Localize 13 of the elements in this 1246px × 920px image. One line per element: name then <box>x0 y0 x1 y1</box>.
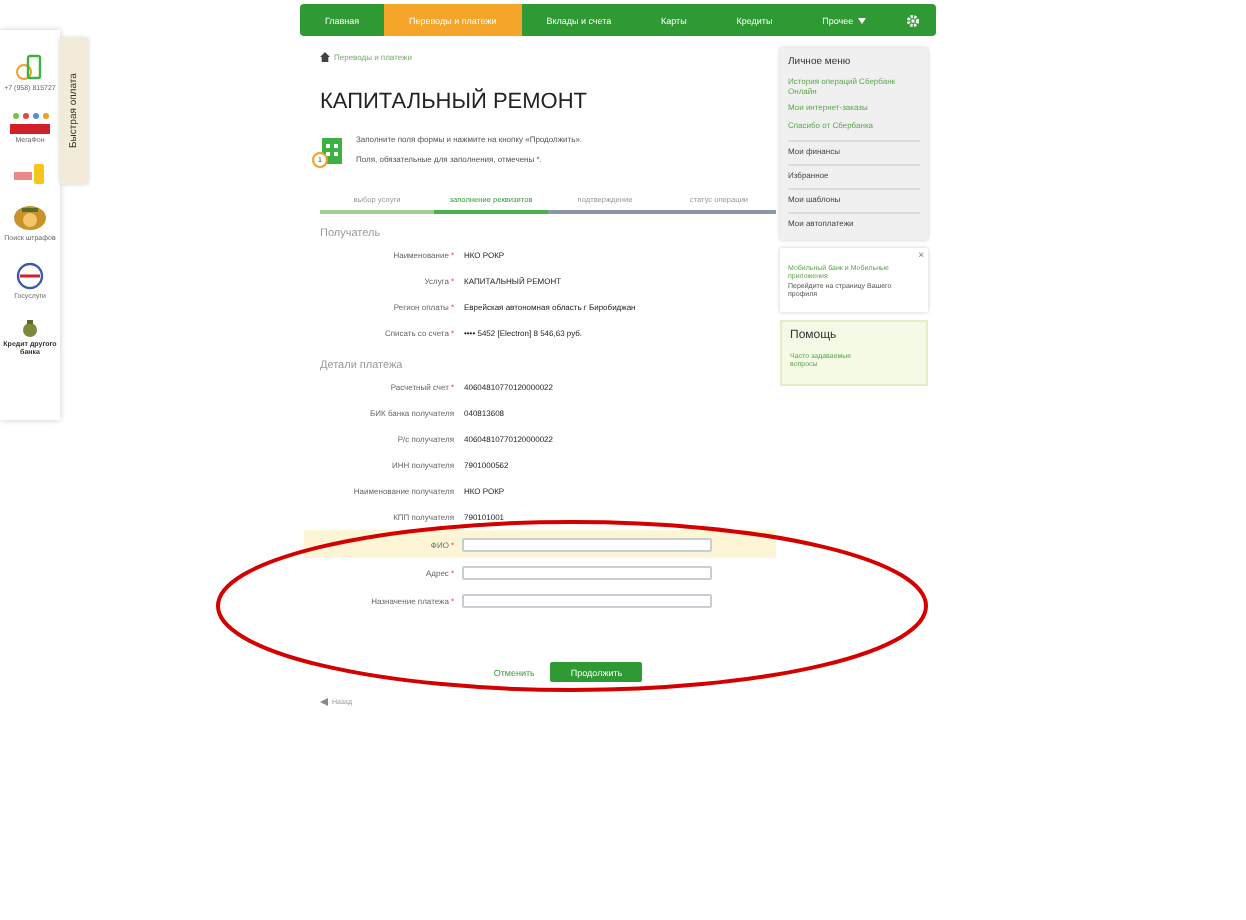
phone-icon[interactable] <box>16 54 44 82</box>
money-bag-icon[interactable] <box>20 317 40 338</box>
input-field[interactable] <box>462 593 712 607</box>
home-icon[interactable] <box>320 51 330 61</box>
settings-icon[interactable] <box>906 13 921 27</box>
input-field[interactable] <box>462 537 712 551</box>
back-arrow-icon[interactable] <box>320 698 328 706</box>
operator-logo-icon[interactable] <box>8 110 52 135</box>
caret-icon[interactable] <box>857 17 866 23</box>
building-icon <box>320 136 344 164</box>
page-title: КАПИТАЛЬНЫЙ РЕМОНТ <box>320 88 590 116</box>
input-field[interactable] <box>462 565 712 579</box>
government-services-logo-icon[interactable] <box>16 261 44 290</box>
